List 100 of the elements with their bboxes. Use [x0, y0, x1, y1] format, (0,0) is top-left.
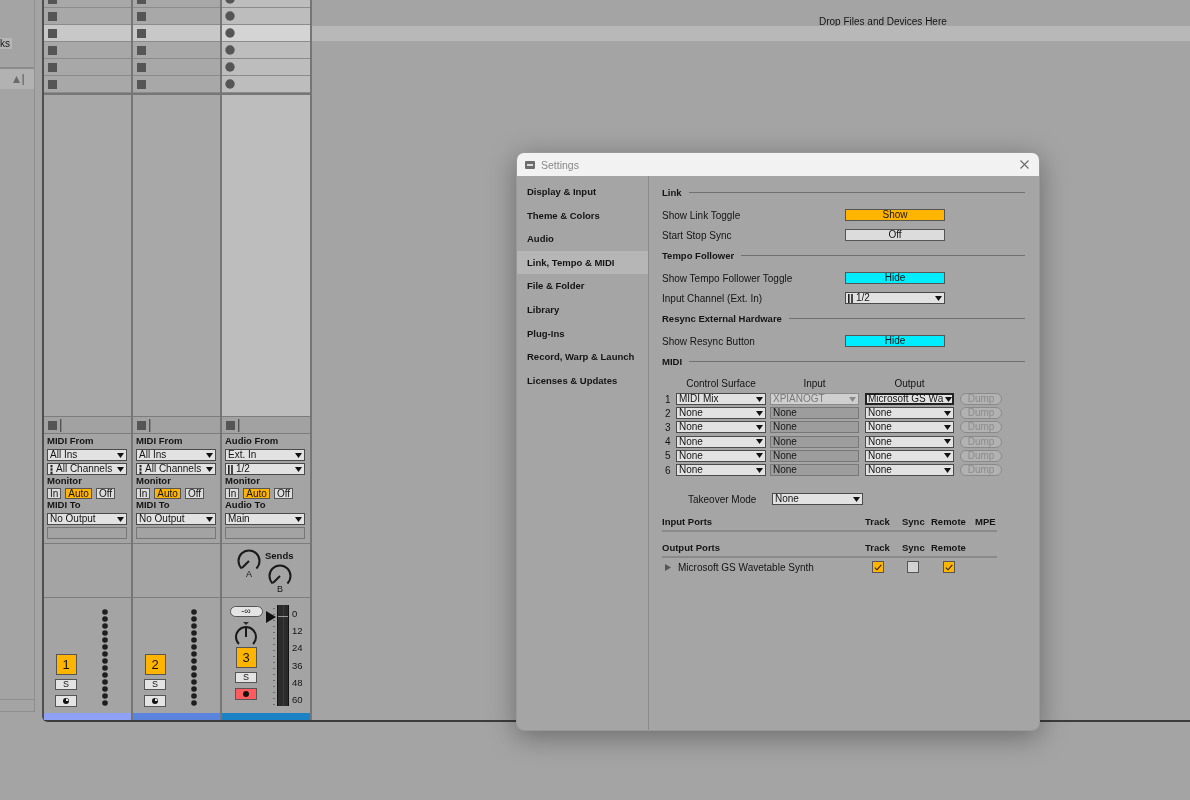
monitor-button[interactable]: Off — [184, 488, 205, 499]
output-dropdown[interactable]: None — [865, 449, 954, 462]
clip-slot[interactable] — [44, 59, 131, 76]
clip-slot[interactable] — [44, 76, 131, 93]
arm-button[interactable] — [235, 688, 257, 700]
checkbox[interactable] — [872, 561, 884, 574]
record-icon[interactable] — [225, 28, 235, 38]
control-surface-dropdown[interactable]: None — [676, 449, 766, 462]
control-surface-dropdown[interactable]: None — [676, 464, 766, 477]
nav-item[interactable]: File & Folder — [517, 274, 648, 298]
output-dropdown[interactable]: No Output — [47, 513, 127, 525]
toggle-button[interactable]: Hide — [845, 335, 945, 347]
toggle-button[interactable]: Hide — [845, 272, 945, 284]
stop-icon[interactable] — [48, 79, 57, 89]
track-activator-button[interactable]: 2 — [144, 654, 166, 675]
nav-item[interactable]: Link, Tempo & MIDI — [517, 250, 648, 275]
clip-slot[interactable] — [133, 8, 220, 25]
checkbox[interactable] — [907, 561, 919, 574]
record-icon[interactable] — [225, 11, 235, 21]
toggle-button[interactable]: Off — [845, 229, 945, 241]
clip-slot[interactable] — [222, 59, 310, 76]
monitor-button[interactable]: Off — [273, 488, 294, 499]
nav-item[interactable]: Display & Input — [517, 180, 648, 204]
stop-icon[interactable] — [137, 79, 146, 89]
clip-slot[interactable] — [222, 42, 310, 59]
output-dropdown[interactable]: No Output — [136, 513, 216, 525]
output-dropdown[interactable]: None — [865, 407, 954, 420]
record-icon[interactable] — [225, 79, 235, 89]
clip-slot[interactable] — [222, 76, 310, 93]
stop-icon[interactable] — [48, 62, 57, 72]
output-dropdown[interactable]: None — [865, 464, 954, 477]
clip-slot[interactable] — [133, 42, 220, 59]
monitor-button[interactable]: Auto — [65, 488, 92, 499]
checkbox[interactable] — [943, 561, 955, 574]
stop-icon[interactable] — [137, 28, 146, 38]
pan-knob[interactable] — [233, 622, 259, 646]
clip-slot[interactable] — [44, 8, 131, 25]
nav-item[interactable]: Theme & Colors — [517, 203, 648, 228]
stop-icon[interactable] — [137, 418, 151, 432]
record-icon[interactable] — [225, 62, 235, 72]
arm-button[interactable] — [55, 695, 77, 707]
monitor-button[interactable]: Auto — [154, 488, 181, 499]
input-channel-dropdown[interactable]: All Channels — [47, 463, 127, 475]
volume-slider[interactable] — [266, 605, 289, 706]
input-type-dropdown[interactable]: All Ins — [47, 449, 127, 461]
stop-icon[interactable] — [137, 11, 146, 21]
input-type-dropdown[interactable]: Ext. In — [225, 449, 305, 461]
stop-icon[interactable] — [137, 62, 146, 72]
volume-thumb[interactable] — [266, 611, 276, 624]
output-dropdown[interactable]: None — [865, 435, 954, 448]
output-dropdown[interactable]: None — [865, 421, 954, 434]
input-channel-dropdown[interactable]: 1/2 — [225, 463, 305, 475]
output-channel-field[interactable] — [136, 527, 216, 539]
stop-icon[interactable] — [137, 45, 146, 55]
clip-slot[interactable] — [133, 25, 220, 42]
solo-button[interactable]: S — [55, 679, 77, 690]
dropdown[interactable]: 1/2 — [845, 292, 945, 304]
control-surface-dropdown[interactable]: None — [676, 421, 766, 434]
monitor-button[interactable]: Off — [95, 488, 116, 499]
nav-item[interactable]: Audio — [517, 227, 648, 251]
monitor-button[interactable]: In — [136, 488, 151, 499]
nav-item[interactable]: Library — [517, 297, 648, 322]
monitor-button[interactable]: Auto — [243, 488, 270, 499]
input-channel-dropdown[interactable]: All Channels — [136, 463, 216, 475]
output-channel-field[interactable] — [225, 527, 305, 539]
send-knob[interactable]: A — [237, 549, 261, 597]
takeover-dropdown[interactable]: None — [772, 493, 863, 506]
monitor-button[interactable]: In — [47, 488, 62, 499]
track-activator-button[interactable]: 3 — [235, 647, 257, 668]
nav-item[interactable]: Record, Warp & Launch — [517, 345, 648, 369]
arm-button[interactable] — [144, 695, 166, 707]
stop-icon[interactable] — [48, 45, 57, 55]
stop-icon[interactable] — [226, 418, 240, 432]
track-activator-button[interactable]: 1 — [55, 654, 77, 675]
clip-slot[interactable] — [222, 8, 310, 25]
send-knob[interactable]: B — [268, 564, 292, 593]
output-channel-field[interactable] — [47, 527, 127, 539]
toggle-button[interactable]: Show — [845, 209, 945, 221]
nav-item[interactable]: Licenses & Updates — [517, 368, 648, 393]
clip-slot[interactable] — [44, 25, 131, 42]
solo-button[interactable]: S — [144, 679, 166, 690]
monitor-button[interactable]: In — [225, 488, 240, 499]
clip-slot[interactable] — [133, 76, 220, 93]
output-dropdown[interactable]: Main — [225, 513, 305, 525]
stop-icon[interactable] — [48, 11, 57, 21]
stop-icon[interactable] — [48, 28, 57, 38]
control-surface-dropdown[interactable]: None — [676, 407, 766, 420]
output-dropdown[interactable]: Microsoft GS Wa — [865, 393, 954, 406]
disclosure-triangle-icon[interactable] — [665, 563, 671, 571]
input-type-dropdown[interactable]: All Ins — [136, 449, 216, 461]
clip-slot[interactable] — [222, 25, 310, 42]
clip-slot[interactable] — [133, 59, 220, 76]
record-icon[interactable] — [225, 45, 235, 55]
nav-item[interactable]: Plug-Ins — [517, 321, 648, 346]
stop-icon[interactable] — [48, 418, 62, 432]
clip-slot[interactable] — [44, 42, 131, 59]
control-surface-dropdown[interactable]: None — [676, 435, 766, 448]
control-surface-dropdown[interactable]: MIDI Mix — [676, 393, 766, 406]
triangle-bar-icon[interactable] — [13, 73, 24, 85]
solo-button[interactable]: S — [235, 672, 257, 683]
